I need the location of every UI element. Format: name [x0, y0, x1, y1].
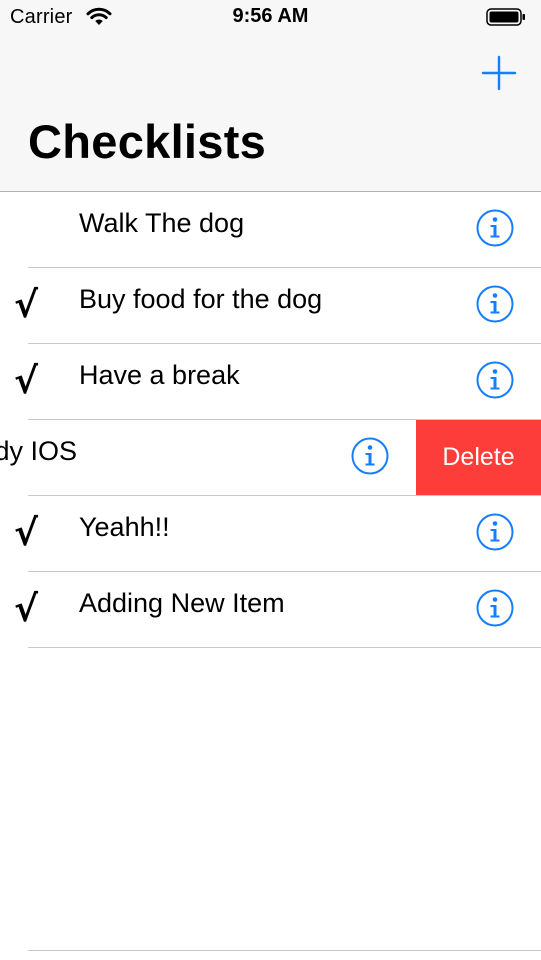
checkmark-icon: √	[14, 361, 39, 402]
item-label: Have a break	[79, 360, 240, 390]
info-icon	[476, 209, 514, 247]
info-button[interactable]	[351, 437, 389, 475]
list-item[interactable]: √ Yeahh!!	[0, 496, 541, 572]
info-icon	[476, 361, 514, 399]
list-item[interactable]: √ Have a break	[0, 344, 541, 420]
delete-button[interactable]: Delete	[416, 420, 541, 495]
info-button[interactable]	[476, 209, 514, 247]
row-content: √ Study IOS	[0, 420, 416, 496]
status-time: 9:56 AM	[232, 5, 309, 27]
list-item[interactable]: Walk The dog	[0, 192, 541, 268]
info-button[interactable]	[476, 513, 514, 551]
info-icon	[476, 285, 514, 323]
info-icon	[476, 589, 514, 627]
page-title: Checklists	[28, 115, 267, 168]
list-item[interactable]: √ Buy food for the dog	[0, 268, 541, 344]
item-label: Study IOS	[0, 436, 78, 466]
row-content: √ Buy food for the dog	[0, 268, 541, 344]
separator	[28, 950, 541, 951]
info-icon	[476, 513, 514, 551]
navigation-bar: Checklists	[0, 36, 541, 192]
status-bar: Carrier 9:56 AM	[0, 0, 541, 36]
checklist-table: Walk The dog √ Buy food for the dog √ Ha…	[0, 192, 541, 648]
plus-icon	[481, 55, 517, 91]
item-label: Adding New Item	[79, 588, 285, 618]
list-item[interactable]: √ Adding New Item	[0, 572, 541, 648]
row-content: √ Have a break	[0, 344, 541, 420]
row-content: √ Yeahh!!	[0, 496, 541, 572]
checkmark-icon: √	[14, 513, 39, 554]
info-icon	[351, 437, 389, 475]
checkmark-icon: √	[14, 589, 39, 630]
item-label: Walk The dog	[79, 208, 245, 238]
add-item-button[interactable]	[478, 52, 520, 94]
info-button[interactable]	[476, 361, 514, 399]
checklists-screen: Carrier 9:56 AM Checklists Walk The dog …	[0, 0, 541, 960]
checkmark-icon: √	[14, 285, 39, 326]
info-button[interactable]	[476, 589, 514, 627]
list-item-swiped[interactable]: √ Study IOS Delete	[0, 420, 541, 496]
item-label: Buy food for the dog	[79, 284, 323, 314]
battery-icon	[486, 8, 526, 26]
row-content: √ Adding New Item	[0, 572, 541, 648]
info-button[interactable]	[476, 285, 514, 323]
item-label: Yeahh!!	[79, 512, 170, 542]
row-content: Walk The dog	[0, 192, 541, 268]
